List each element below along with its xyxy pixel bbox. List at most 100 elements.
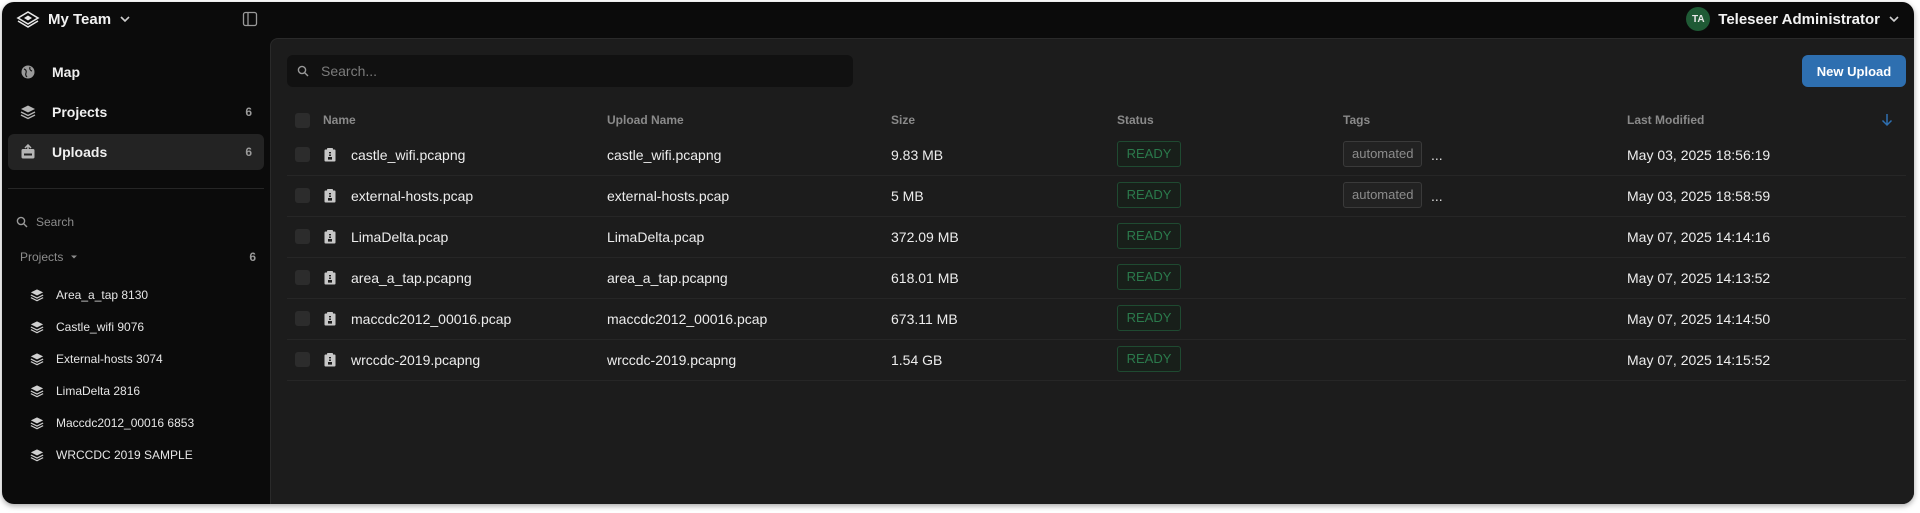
row-checkbox[interactable] — [295, 270, 310, 285]
user-name: Teleseer Administrator — [1718, 10, 1880, 28]
upload-name: LimaDelta.pcap — [607, 229, 705, 245]
project-item[interactable]: WRCCDC 2019 SAMPLE — [22, 444, 258, 466]
table-row[interactable]: maccdc2012_00016.pcap maccdc2012_00016.pc… — [287, 299, 1906, 340]
top-bar: My Team TA Teleseer Administrator — [2, 2, 1914, 36]
project-item-label: Maccdc2012_00016 6853 — [56, 416, 195, 430]
table-row[interactable]: LimaDelta.pcap LimaDelta.pcap 372.09 MB REA… — [287, 217, 1906, 258]
layers-icon — [20, 105, 36, 120]
layers-icon — [30, 385, 44, 398]
status-badge: READY — [1117, 264, 1181, 290]
more-tags-indicator[interactable]: ... — [1431, 176, 1443, 216]
file-name[interactable]: wrccdc-2019.pcapng — [351, 340, 480, 380]
last-modified: May 07, 2025 14:15:52 — [1627, 352, 1771, 368]
last-modified: May 07, 2025 14:14:16 — [1627, 229, 1771, 245]
search-icon — [297, 65, 309, 77]
file-name[interactable]: LimaDelta.pcap — [351, 217, 448, 257]
caret-down-icon — [70, 255, 77, 259]
column-header-size[interactable]: Size — [891, 105, 915, 135]
new-upload-button[interactable]: New Upload — [1802, 55, 1906, 87]
app-window: My Team TA Teleseer Administrator Map Pr… — [2, 2, 1914, 504]
logo-icon — [16, 11, 40, 28]
row-checkbox[interactable] — [295, 352, 310, 367]
sort-descending-icon[interactable] — [1880, 113, 1894, 127]
search-icon — [16, 216, 28, 228]
column-header-last-modified[interactable]: Last Modified — [1627, 105, 1704, 135]
project-item[interactable]: LimaDelta 2816 — [22, 380, 258, 402]
layers-icon — [30, 321, 44, 334]
last-modified: May 03, 2025 18:58:59 — [1627, 188, 1771, 204]
file-name[interactable]: external-hosts.pcap — [351, 176, 473, 216]
sidebar-item-label: Projects — [52, 104, 108, 120]
search-bar[interactable] — [287, 55, 853, 87]
column-header-upload-name[interactable]: Upload Name — [607, 105, 684, 135]
row-checkbox[interactable] — [295, 147, 310, 162]
column-header-name[interactable]: Name — [323, 105, 356, 135]
sidebar-search[interactable]: Search — [16, 212, 256, 232]
status-badge: READY — [1117, 346, 1181, 372]
file-size: 673.11 MB — [891, 311, 958, 327]
chevron-down-icon — [120, 16, 130, 23]
upload-name: area_a_tap.pcapng — [607, 270, 728, 286]
project-item[interactable]: External-hosts 3074 — [22, 348, 258, 370]
sidebar-item-map[interactable]: Map — [8, 54, 264, 90]
avatar: TA — [1686, 7, 1711, 31]
last-modified: May 07, 2025 14:13:52 — [1627, 270, 1771, 286]
file-archive-icon — [324, 312, 336, 326]
sidebar-item-projects[interactable]: Projects 6 — [8, 94, 264, 130]
sidebar-item-label: Uploads — [52, 144, 108, 160]
row-checkbox[interactable] — [295, 311, 310, 326]
file-archive-icon — [324, 230, 336, 244]
file-size: 9.83 MB — [891, 147, 944, 163]
layers-icon — [30, 353, 44, 366]
select-all-checkbox[interactable] — [295, 113, 310, 128]
table-header: Name Upload Name Size Status Tags Last M… — [287, 105, 1906, 135]
layers-icon — [30, 417, 44, 430]
sidebar-item-label: Map — [52, 64, 80, 80]
column-header-status[interactable]: Status — [1117, 105, 1154, 135]
file-size: 618.01 MB — [891, 270, 959, 286]
sidebar-item-count: 6 — [245, 145, 252, 159]
tag-badge[interactable]: automated — [1343, 141, 1423, 167]
project-item[interactable]: Maccdc2012_00016 6853 — [22, 412, 258, 434]
last-modified: May 03, 2025 18:56:19 — [1627, 147, 1771, 163]
sidebar-divider — [8, 188, 264, 189]
file-size: 5 MB — [891, 188, 924, 204]
search-input[interactable] — [319, 62, 843, 80]
upload-name: maccdc2012_00016.pcap — [607, 311, 768, 327]
column-header-tags[interactable]: Tags — [1343, 105, 1370, 135]
table-row[interactable]: castle_wifi.pcapng castle_wifi.pcapng 9.83… — [287, 135, 1906, 176]
status-badge: READY — [1117, 141, 1181, 167]
file-archive-icon — [324, 189, 336, 203]
table-row[interactable]: area_a_tap.pcapng area_a_tap.pcapng 618.01… — [287, 258, 1906, 299]
project-item-label: External-hosts 3074 — [56, 352, 163, 366]
file-size: 1.54 GB — [891, 352, 943, 368]
file-archive-icon — [324, 271, 336, 285]
file-archive-icon — [324, 148, 336, 162]
project-item[interactable]: Area_a_tap 8130 — [22, 284, 258, 306]
file-name[interactable]: area_a_tap.pcapng — [351, 258, 472, 298]
file-name[interactable]: castle_wifi.pcapng — [351, 135, 465, 175]
project-item-label: Castle_wifi 9076 — [56, 320, 145, 334]
user-menu[interactable]: TA Teleseer Administrator — [1686, 2, 1900, 36]
upload-name: castle_wifi.pcapng — [607, 147, 722, 163]
sidebar-item-uploads[interactable]: Uploads 6 — [8, 134, 264, 170]
row-checkbox[interactable] — [295, 188, 310, 203]
table-row[interactable]: wrccdc-2019.pcapng wrccdc-2019.pcapng 1.54… — [287, 340, 1906, 381]
project-item-label: LimaDelta 2816 — [56, 384, 141, 398]
projects-section-header[interactable]: Projects 6 — [20, 250, 256, 266]
tag-badge[interactable]: automated — [1343, 182, 1423, 208]
project-item-label: Area_a_tap 8130 — [56, 288, 149, 302]
more-tags-indicator[interactable]: ... — [1431, 135, 1443, 175]
file-archive-icon — [324, 353, 336, 367]
main-panel: New Upload Name Upload Name Size Status … — [270, 38, 1914, 504]
table-row[interactable]: external-hosts.pcap external-hosts.pcap 5 … — [287, 176, 1906, 217]
row-checkbox[interactable] — [295, 229, 310, 244]
team-switcher[interactable]: My Team — [16, 2, 131, 36]
uploads-table: Name Upload Name Size Status Tags Last M… — [287, 105, 1906, 381]
status-badge: READY — [1117, 305, 1181, 331]
file-name[interactable]: maccdc2012_00016.pcap — [351, 299, 511, 339]
project-item[interactable]: Castle_wifi 9076 — [22, 316, 258, 338]
sidebar-toggle-icon[interactable] — [242, 11, 258, 27]
sidebar: Map Projects 6 Uploads 6 Search Projects… — [2, 36, 268, 504]
chevron-down-icon — [1889, 16, 1899, 23]
